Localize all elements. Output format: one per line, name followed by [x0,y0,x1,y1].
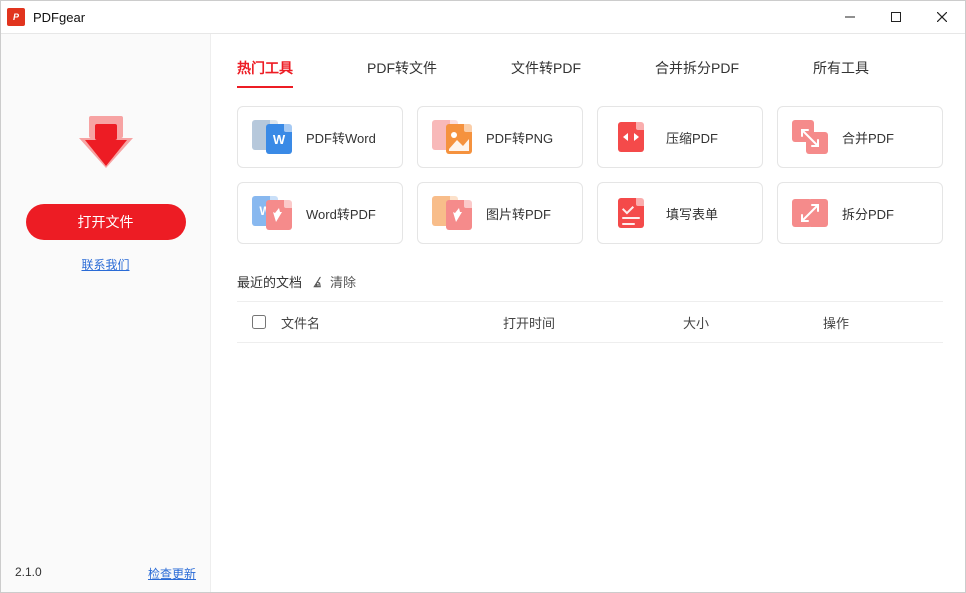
tool-label: 压缩PDF [666,128,718,147]
tool-label: 填写表单 [666,204,718,223]
tool-merge-pdf[interactable]: 合并PDF [777,106,943,168]
close-icon [937,12,947,22]
recent-section: 最近的文档 清除 文件名 打开时间 大小 操作 [237,272,943,343]
pdf-to-word-icon: W [252,120,292,154]
pdf-to-png-icon [432,120,472,154]
tool-compress-pdf[interactable]: 压缩PDF [597,106,763,168]
tool-fill-form[interactable]: 填写表单 [597,182,763,244]
tool-pdf-to-png[interactable]: PDF转PNG [417,106,583,168]
tool-label: 合并PDF [842,128,894,147]
open-file-button[interactable]: 打开文件 [26,204,186,240]
tool-image-to-pdf[interactable]: 图片转PDF [417,182,583,244]
window-controls [827,1,965,34]
clear-recent-button[interactable]: 清除 [312,272,356,291]
col-filename: 文件名 [281,313,503,332]
tool-label: 拆分PDF [842,204,894,223]
tool-grid: W PDF转Word PDF转PNG [237,106,943,244]
compress-pdf-icon [612,120,652,154]
minimize-button[interactable] [827,1,873,34]
tool-label: Word转PDF [306,204,376,223]
app-window: P PDFgear [0,0,966,593]
fill-form-icon [612,196,652,230]
split-pdf-icon [792,196,828,230]
tab-merge-split[interactable]: 合并拆分PDF [655,52,739,88]
tool-tabs: 热门工具 PDF转文件 文件转PDF 合并拆分PDF 所有工具 [237,52,943,88]
clear-label: 清除 [330,272,356,291]
check-update-link[interactable]: 检查更新 [148,565,196,582]
minimize-icon [845,12,855,22]
tool-label: 图片转PDF [486,204,551,223]
app-logo-icon: P [7,8,25,26]
tab-all-tools[interactable]: 所有工具 [813,52,869,88]
recent-title: 最近的文档 [237,272,302,291]
broom-icon [312,275,326,289]
open-file-icon [67,112,145,182]
tool-word-to-pdf[interactable]: W Word转PDF [237,182,403,244]
titlebar: P PDFgear [1,1,965,34]
col-size: 大小 [683,313,823,332]
recent-table-header: 文件名 打开时间 大小 操作 [237,301,943,343]
select-all-checkbox[interactable] [252,315,266,329]
close-button[interactable] [919,1,965,34]
version-label: 2.1.0 [15,565,42,582]
tool-split-pdf[interactable]: 拆分PDF [777,182,943,244]
tab-pdf-to-file[interactable]: PDF转文件 [367,52,437,88]
tool-label: PDF转PNG [486,128,553,147]
contact-us-link[interactable]: 联系我们 [81,256,129,273]
merge-pdf-icon [792,120,828,154]
image-to-pdf-icon [432,196,472,230]
tool-label: PDF转Word [306,128,376,147]
app-title: PDFgear [33,10,85,25]
tool-pdf-to-word[interactable]: W PDF转Word [237,106,403,168]
sidebar: 打开文件 联系我们 2.1.0 检查更新 [1,34,211,592]
tab-hot-tools[interactable]: 热门工具 [237,52,293,88]
maximize-icon [891,12,901,22]
tab-file-to-pdf[interactable]: 文件转PDF [511,52,581,88]
col-open-time: 打开时间 [503,313,683,332]
word-to-pdf-icon: W [252,196,292,230]
maximize-button[interactable] [873,1,919,34]
col-ops: 操作 [823,313,943,332]
main-content: 热门工具 PDF转文件 文件转PDF 合并拆分PDF 所有工具 W PDF转Wo… [211,34,965,592]
